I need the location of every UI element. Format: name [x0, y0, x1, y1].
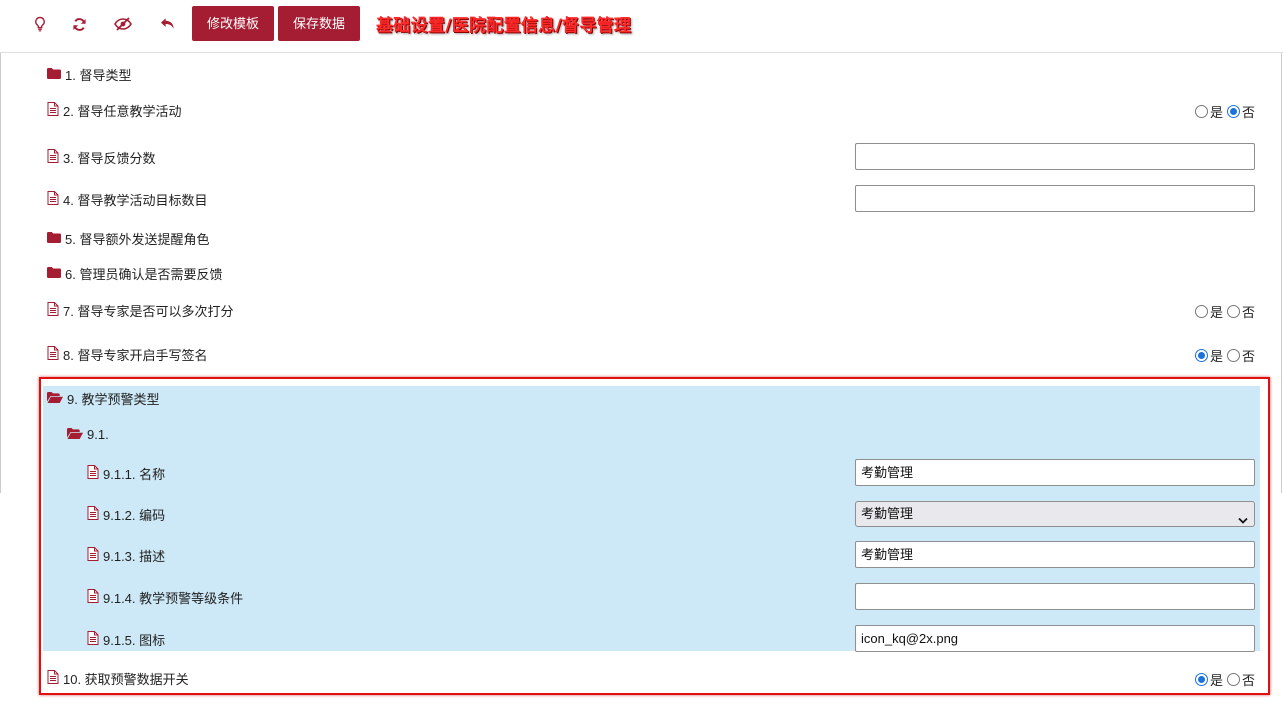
- tree-item-file[interactable]: 9.1.4. 教学预警等级条件: [87, 588, 244, 606]
- chevron-down-icon: [1238, 509, 1248, 533]
- tree-item-file[interactable]: 10. 获取预警数据开关: [47, 669, 189, 687]
- left-border: [0, 53, 1, 493]
- tree-item-folder[interactable]: 6. 管理员确认是否需要反馈: [47, 265, 223, 282]
- tree-item-folder-open[interactable]: 9.1.: [67, 426, 109, 442]
- radio-yes-label: 是: [1209, 105, 1223, 120]
- tree-item-label: 7. 督导专家是否可以多次打分: [63, 303, 234, 319]
- file-icon: [47, 301, 59, 319]
- tree-item-label: 9.1.4. 教学预警等级条件: [103, 590, 244, 606]
- file-icon: [47, 345, 59, 363]
- tree-item-label: 4. 督导教学活动目标数目: [63, 192, 208, 208]
- tree-item-file[interactable]: 2. 督导任意教学活动: [47, 101, 182, 119]
- file-icon: [87, 505, 99, 523]
- yes-no-radio-group: 是 否: [1194, 670, 1255, 689]
- radio-no-label: 否: [1241, 105, 1255, 120]
- radio-no[interactable]: [1226, 673, 1240, 686]
- tree-item-file[interactable]: 4. 督导教学活动目标数目: [47, 190, 208, 208]
- code-select-value: 考勤管理: [861, 506, 914, 521]
- radio-yes-label: 是: [1209, 673, 1223, 688]
- toolbar: 修改模板 保存数据 基础设置/医院配置信息/督导管理: [0, 0, 1283, 53]
- tree-item-file[interactable]: 9.1.5. 图标: [87, 630, 166, 648]
- file-icon: [47, 190, 59, 208]
- tree-item-file[interactable]: 8. 督导专家开启手写签名: [47, 345, 208, 363]
- tree-item-label: 9. 教学预警类型: [67, 391, 160, 407]
- file-icon: [47, 148, 59, 166]
- refresh-icon[interactable]: [62, 9, 96, 39]
- radio-no-label: 否: [1241, 349, 1255, 364]
- save-data-button[interactable]: 保存数据: [278, 6, 360, 41]
- file-icon: [87, 630, 99, 648]
- file-icon: [47, 101, 59, 119]
- radio-no[interactable]: [1226, 305, 1240, 318]
- folder-icon: [47, 266, 61, 281]
- tree-item-label: 8. 督导专家开启手写签名: [63, 347, 208, 363]
- folder-icon: [47, 231, 61, 246]
- tree-item-file[interactable]: 9.1.2. 编码: [87, 505, 166, 523]
- folder-open-icon: [47, 391, 63, 406]
- right-border: [1281, 53, 1282, 493]
- tree-item-label: 9.1.3. 描述: [103, 548, 166, 564]
- radio-yes[interactable]: [1194, 349, 1208, 362]
- tree-item-file[interactable]: 3. 督导反馈分数: [47, 148, 156, 166]
- tree-item-label: 6. 管理员确认是否需要反馈: [65, 266, 223, 282]
- file-icon: [87, 546, 99, 564]
- target-count-input[interactable]: [855, 185, 1255, 212]
- icon-input[interactable]: icon_kq@2x.png: [855, 625, 1255, 652]
- tree-item-label: 9.1.2. 编码: [103, 507, 166, 523]
- tree-item-label: 2. 督导任意教学活动: [63, 103, 182, 119]
- radio-yes[interactable]: [1194, 105, 1208, 118]
- tree-item-label: 9.1.5. 图标: [103, 632, 166, 648]
- tree-item-file[interactable]: 7. 督导专家是否可以多次打分: [47, 301, 234, 319]
- tree-item-file[interactable]: 9.1.3. 描述: [87, 546, 166, 564]
- code-select[interactable]: 考勤管理: [855, 501, 1255, 527]
- yes-no-radio-group: 是 否: [1194, 302, 1255, 321]
- tree-item-file[interactable]: 9.1.1. 名称: [87, 464, 166, 482]
- radio-yes[interactable]: [1194, 305, 1208, 318]
- breadcrumb: 基础设置/医院配置信息/督导管理: [376, 16, 632, 36]
- yes-no-radio-group: 是 否: [1194, 102, 1255, 121]
- radio-no[interactable]: [1226, 349, 1240, 362]
- eye-slash-icon[interactable]: [106, 9, 140, 39]
- radio-yes[interactable]: [1194, 673, 1208, 686]
- tree-item-label: 10. 获取预警数据开关: [63, 671, 189, 687]
- feedback-score-input[interactable]: [855, 143, 1255, 170]
- folder-open-icon: [67, 427, 83, 442]
- undo-icon[interactable]: [150, 9, 184, 39]
- tree-item-folder[interactable]: 1. 督导类型: [47, 66, 132, 83]
- file-icon: [87, 464, 99, 482]
- tree-item-folder-open[interactable]: 9. 教学预警类型: [47, 390, 160, 407]
- tree-item-label: 9.1.1. 名称: [103, 466, 166, 482]
- radio-yes-label: 是: [1209, 305, 1223, 320]
- name-input[interactable]: 考勤管理: [855, 459, 1255, 486]
- description-input[interactable]: 考勤管理: [855, 541, 1255, 568]
- tree-item-folder[interactable]: 5. 督导额外发送提醒角色: [47, 230, 210, 247]
- radio-no-label: 否: [1241, 305, 1255, 320]
- yes-no-radio-group: 是 否: [1194, 346, 1255, 365]
- folder-icon: [47, 67, 61, 82]
- tree-item-label: 1. 督导类型: [65, 67, 132, 83]
- edit-template-button[interactable]: 修改模板: [192, 6, 274, 41]
- radio-no-label: 否: [1241, 673, 1255, 688]
- tree-item-label: 3. 督导反馈分数: [63, 150, 156, 166]
- file-icon: [47, 669, 59, 687]
- lightbulb-icon[interactable]: [23, 9, 57, 39]
- tree-item-label: 9.1.: [87, 426, 109, 442]
- warning-level-condition-input[interactable]: [855, 583, 1255, 610]
- file-icon: [87, 588, 99, 606]
- radio-yes-label: 是: [1209, 349, 1223, 364]
- tree-item-label: 5. 督导额外发送提醒角色: [65, 231, 210, 247]
- radio-no[interactable]: [1226, 105, 1240, 118]
